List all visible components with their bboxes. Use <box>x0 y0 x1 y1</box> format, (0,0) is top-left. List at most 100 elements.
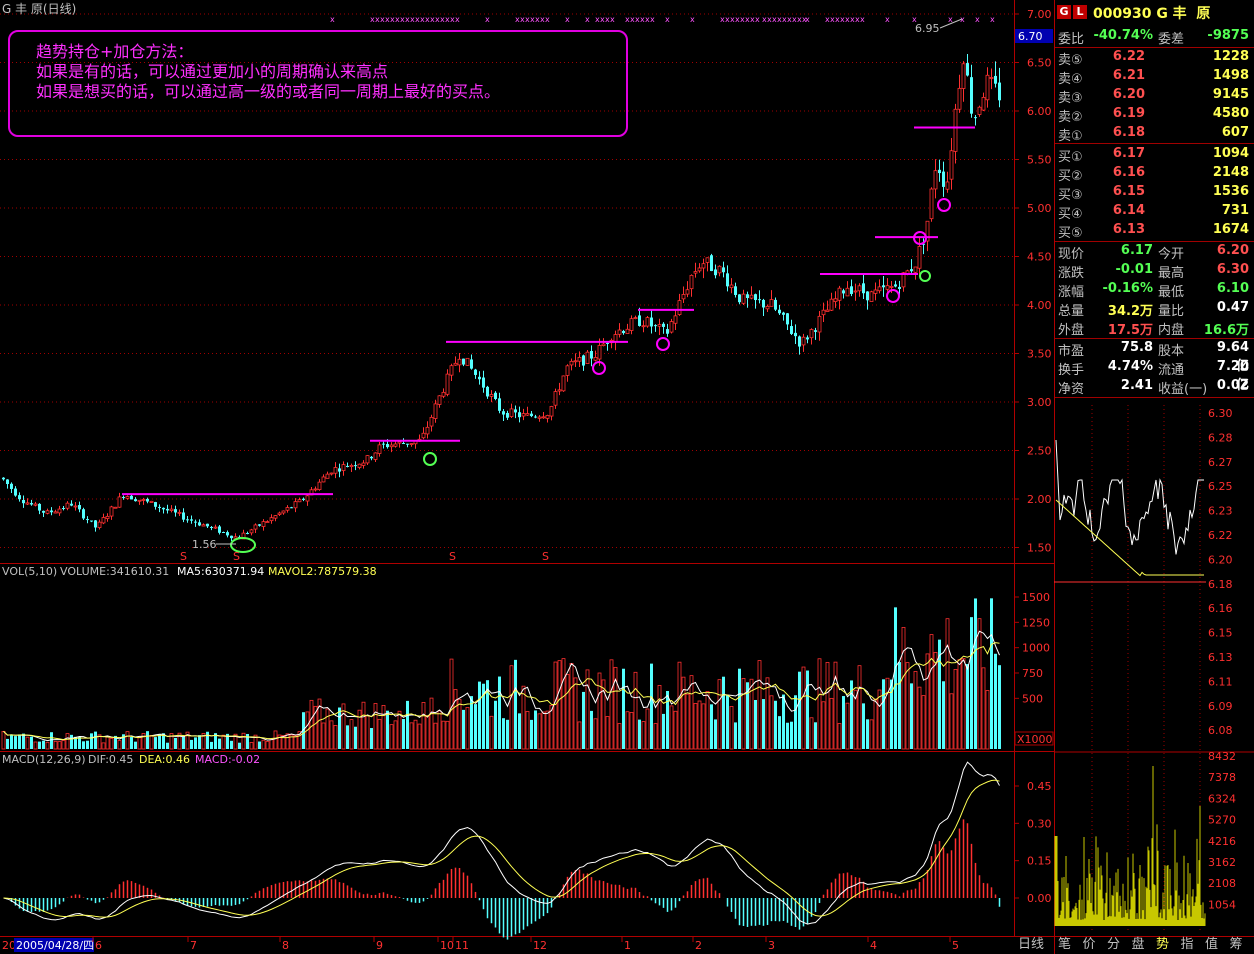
tab-2[interactable]: 分 <box>1107 936 1120 954</box>
volume-bar <box>373 703 378 750</box>
stock-code-name: 000930 G 丰 原 <box>1093 6 1211 22</box>
sell-level-row: 卖③ 6.20 9145 <box>1055 87 1254 106</box>
volume-bar <box>506 719 509 749</box>
vol-axis-label: 500 <box>1022 692 1043 705</box>
candle-body <box>714 269 717 276</box>
volume-bar <box>949 693 954 750</box>
signal-x-mark: x <box>650 15 655 24</box>
candle-body <box>738 294 741 303</box>
quote-fundamental-row: 净资 2.41 收益(一) 0.02 <box>1055 378 1254 397</box>
vol-indicator-mavol2: MAVOL2:787579.38 <box>268 565 377 578</box>
candle-body <box>494 392 497 399</box>
macd-indicator-name: MACD(12,26,9) <box>2 753 86 766</box>
quote-volume: 1536 <box>1212 184 1249 199</box>
candle-body <box>10 483 13 489</box>
quote-label: 买③ <box>1058 188 1083 203</box>
stat-label: 涨幅 <box>1058 285 1085 300</box>
candle-body <box>622 330 625 334</box>
candle-body <box>577 357 582 362</box>
volume-bar <box>677 661 682 750</box>
candle-body <box>525 413 530 416</box>
tab-4[interactable]: 势 <box>1156 936 1169 954</box>
candle-body <box>498 398 501 411</box>
price-axis-label: 6.50 <box>1027 57 1052 70</box>
intraday-price-label: 6.08 <box>1208 724 1233 737</box>
candle-body <box>981 96 986 111</box>
candle-body <box>382 443 385 445</box>
stat-value: -0.16% <box>1102 281 1154 296</box>
candle-body <box>82 509 85 519</box>
candle-body <box>917 246 922 269</box>
candle-body <box>122 496 125 498</box>
volume-bar <box>386 710 389 749</box>
volume-bar <box>590 710 593 749</box>
candle-body <box>938 169 941 174</box>
candle-body <box>985 74 990 101</box>
quote-panel: G L 000930 G 丰 原 委比 -40.74% 委差 -9875 卖⑤ 6… <box>1055 0 1254 400</box>
candle-body <box>506 412 509 418</box>
tab-period-daily[interactable]: 日线 <box>1018 936 1044 954</box>
sell-level-row: 卖② 6.19 4580 <box>1055 106 1254 125</box>
intraday-vol-label: 3162 <box>1208 856 1236 869</box>
volume-bar <box>998 665 1001 749</box>
vol-axis-label: 750 <box>1022 667 1043 680</box>
candle-body <box>222 532 225 534</box>
candle-body <box>186 519 189 521</box>
tab-1[interactable]: 价 <box>1083 936 1096 954</box>
signal-marker-s: S <box>542 550 549 563</box>
stat-label: 最低 <box>1158 285 1185 300</box>
quote-stat-row: 涨跌 -0.01 最高 6.30 <box>1055 262 1254 281</box>
volume-bar <box>190 739 193 749</box>
candle-body <box>273 515 278 519</box>
candle-body <box>226 532 229 536</box>
volume-bar <box>370 728 373 749</box>
candle-body <box>590 350 593 359</box>
buy-level-row: 买④ 6.14 731 <box>1055 203 1254 222</box>
quote-price: 6.14 <box>1112 203 1145 218</box>
volume-bar <box>381 705 386 750</box>
candle-body <box>253 524 258 530</box>
volume-bar <box>710 704 713 749</box>
volume-bar <box>981 667 986 750</box>
candle-body <box>18 495 21 500</box>
volume-bar <box>837 723 842 750</box>
volume-bar <box>645 708 650 750</box>
volume-bar <box>869 719 874 750</box>
date-axis-month: 4 <box>870 939 877 952</box>
tab-3[interactable]: 盘 <box>1132 936 1145 954</box>
note-line-1: 趋势持仓+加仓方法： <box>36 42 194 61</box>
volume-bar <box>273 730 278 750</box>
buy-point-circle <box>937 198 951 212</box>
quote-stat-row: 外盘 17.5万 内盘 16.6万 <box>1055 319 1254 338</box>
date-axis-month: 1 <box>624 939 631 952</box>
weicha-label: 委差 <box>1158 32 1185 47</box>
date-axis-month: 3 <box>768 939 775 952</box>
volume-bar <box>18 734 21 749</box>
tab-0[interactable]: 笔 <box>1058 936 1071 954</box>
volume-bar <box>397 710 402 750</box>
candle-body <box>97 521 102 528</box>
volume-bar <box>653 723 658 750</box>
candle-body <box>749 294 754 299</box>
tab-7[interactable]: 筹 <box>1230 936 1243 954</box>
candle-body <box>853 290 858 293</box>
volume-bar <box>845 702 850 750</box>
volume-bar <box>309 699 314 750</box>
candle-body <box>194 521 197 523</box>
candle-body <box>645 317 650 327</box>
volume-bar <box>449 658 454 750</box>
volume-bar <box>525 711 530 750</box>
candle-body <box>754 294 757 301</box>
signal-x-mark: x <box>665 15 670 24</box>
candle-body <box>421 432 426 439</box>
candle-body <box>697 267 702 272</box>
quote-volume: 731 <box>1221 203 1249 218</box>
high-price-label: 6.95 <box>915 22 940 35</box>
volume-bar <box>265 741 270 750</box>
buy-level-row: 买⑤ 6.13 1674 <box>1055 222 1254 241</box>
candle-body <box>78 505 81 510</box>
candle-body <box>158 506 161 508</box>
tab-6[interactable]: 值 <box>1205 936 1218 954</box>
tab-5[interactable]: 指 <box>1181 936 1194 954</box>
price-axis-label: 2.00 <box>1027 493 1052 506</box>
